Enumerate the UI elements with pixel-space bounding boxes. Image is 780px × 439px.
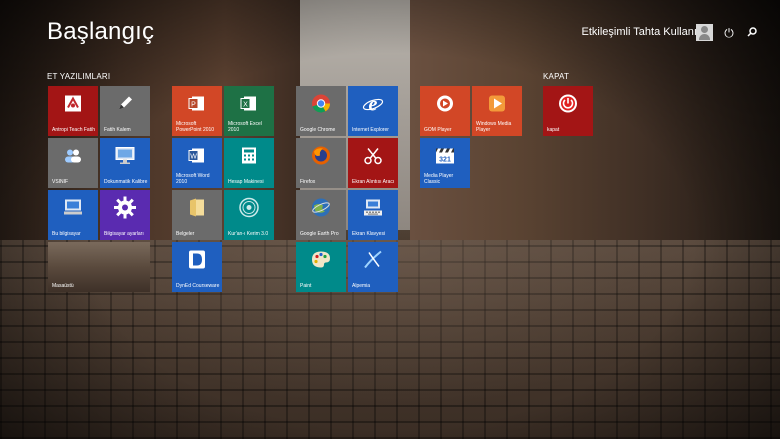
tile-label: Ekran Klavyesi bbox=[352, 231, 386, 237]
tile-label: Antropi Teach Fatih bbox=[52, 127, 95, 133]
excel-icon: X bbox=[240, 95, 258, 118]
tile-bilgisayar-ayarlari[interactable]: Bilgisayar ayarları bbox=[100, 190, 150, 240]
tile-label: Bu bilgisayar bbox=[52, 231, 81, 237]
tile-label: Internet Explorer bbox=[352, 127, 389, 133]
palette-icon bbox=[311, 251, 331, 274]
svg-text:X: X bbox=[243, 102, 248, 109]
tile-label: Ekran Alıntısı Aracı bbox=[352, 179, 395, 185]
firefox-icon bbox=[311, 146, 331, 171]
alpemia-icon bbox=[363, 250, 383, 275]
tile-label: GOM Player bbox=[424, 127, 452, 133]
group-header-et[interactable]: ET YAZILIMLARI bbox=[47, 72, 110, 81]
calculator-icon bbox=[241, 147, 257, 170]
tile-vsinif[interactable]: VSINIF bbox=[48, 138, 98, 188]
monitor-icon bbox=[115, 147, 135, 170]
tile-label: Windows Media Player bbox=[476, 121, 512, 133]
chrome-icon bbox=[311, 94, 331, 119]
tile-label: Bilgisayar ayarları bbox=[104, 231, 144, 237]
search-icon[interactable] bbox=[745, 26, 759, 40]
tile-chrome[interactable]: Google Chrome bbox=[296, 86, 346, 136]
svg-text:W: W bbox=[190, 154, 197, 161]
keyboard-icon bbox=[363, 198, 383, 223]
tile-media-player-classic[interactable]: 321 Media Player Classic bbox=[420, 138, 470, 188]
tile-dyned[interactable]: DynEd Courseware bbox=[172, 242, 222, 292]
antropi-icon bbox=[64, 95, 82, 118]
group-header-kapat[interactable]: KAPAT bbox=[543, 72, 569, 81]
tile-label: Kur'an-ı Kerim 3.0 bbox=[228, 231, 269, 237]
tile-google-earth[interactable]: Google Earth Pro bbox=[296, 190, 346, 240]
tile-fatih-kalem[interactable]: Fatih Kalem bbox=[100, 86, 150, 136]
tile-hesap-makinesi[interactable]: Hesap Makinesi bbox=[224, 138, 274, 188]
tile-label: Microsoft PowerPoint 2010 bbox=[176, 121, 215, 133]
tile-bu-bilgisayar[interactable]: Bu bilgisayar bbox=[48, 190, 98, 240]
tile-word[interactable]: W Microsoft Word 2010 bbox=[172, 138, 222, 188]
svg-text:321: 321 bbox=[439, 157, 451, 164]
media-player-icon bbox=[488, 95, 506, 118]
tile-label: kapat bbox=[547, 127, 560, 133]
svg-text:e: e bbox=[369, 94, 378, 115]
gear-icon bbox=[114, 196, 136, 224]
clapperboard-icon: 321 bbox=[435, 147, 455, 170]
tile-antropi[interactable]: Antropi Teach Fatih bbox=[48, 86, 98, 136]
tile-label: Masaüstü bbox=[52, 283, 74, 289]
tile-label: Microsoft Word 2010 bbox=[176, 173, 210, 185]
tile-kurani-kerim[interactable]: Kur'an-ı Kerim 3.0 bbox=[224, 190, 274, 240]
tile-ekran-klavyesi[interactable]: Ekran Klavyesi bbox=[348, 190, 398, 240]
shutdown-icon bbox=[558, 94, 578, 119]
scissors-icon bbox=[363, 146, 383, 171]
tile-label: Google Earth Pro bbox=[300, 231, 339, 237]
tile-ekran-alintisi[interactable]: Ekran Alıntısı Aracı bbox=[348, 138, 398, 188]
tile-dokunmatik-kalibre[interactable]: Dokunmatik Kalibre bbox=[100, 138, 150, 188]
tile-powerpoint[interactable]: P Microsoft PowerPoint 2010 bbox=[172, 86, 222, 136]
tile-windows-media-player[interactable]: Windows Media Player bbox=[472, 86, 522, 136]
tile-label: Firefox bbox=[300, 179, 316, 185]
tile-paint[interactable]: Paint bbox=[296, 242, 346, 292]
tile-internet-explorer[interactable]: e Internet Explorer bbox=[348, 86, 398, 136]
tile-label: Google Chrome bbox=[300, 127, 336, 133]
tile-label: Belgeler bbox=[176, 231, 195, 237]
tile-label: Alpemia bbox=[352, 283, 371, 289]
tile-label: Fatih Kalem bbox=[104, 127, 131, 133]
book-icon bbox=[239, 197, 259, 223]
users-icon bbox=[63, 148, 83, 169]
tile-excel[interactable]: X Microsoft Excel 2010 bbox=[224, 86, 274, 136]
tile-kapat[interactable]: kapat bbox=[543, 86, 593, 136]
tile-label: Media Player Classic bbox=[424, 173, 454, 185]
gom-player-icon bbox=[435, 94, 455, 119]
user-name[interactable]: Etkileşimli Tahta Kullanıcısı bbox=[582, 26, 714, 38]
dyned-icon bbox=[188, 250, 206, 275]
tile-label: Hesap Makinesi bbox=[228, 179, 264, 185]
computer-icon bbox=[63, 199, 83, 222]
tile-alpemia[interactable]: Alpemia bbox=[348, 242, 398, 292]
powerpoint-icon: P bbox=[188, 95, 206, 118]
tile-firefox[interactable]: Firefox bbox=[296, 138, 346, 188]
globe-icon bbox=[311, 198, 331, 223]
word-icon: W bbox=[188, 147, 206, 170]
tile-masaustu[interactable]: Masaüstü bbox=[48, 242, 150, 292]
folder-icon bbox=[188, 198, 206, 223]
pen-icon bbox=[116, 95, 134, 118]
tile-label: Paint bbox=[300, 283, 312, 289]
internet-explorer-icon: e bbox=[362, 93, 384, 120]
tile-gom-player[interactable]: GOM Player bbox=[420, 86, 470, 136]
tile-label: Microsoft Excel 2010 bbox=[228, 121, 262, 133]
tile-label: Dokunmatik Kalibre bbox=[104, 179, 148, 185]
tile-belgeler[interactable]: Belgeler bbox=[172, 190, 222, 240]
page-title: Başlangıç bbox=[47, 18, 155, 45]
avatar[interactable] bbox=[696, 24, 713, 41]
svg-text:P: P bbox=[191, 102, 196, 109]
power-icon[interactable]: ⏻ bbox=[722, 26, 736, 40]
tile-label: VSINIF bbox=[52, 179, 69, 185]
tile-label: DynEd Courseware bbox=[176, 283, 220, 289]
